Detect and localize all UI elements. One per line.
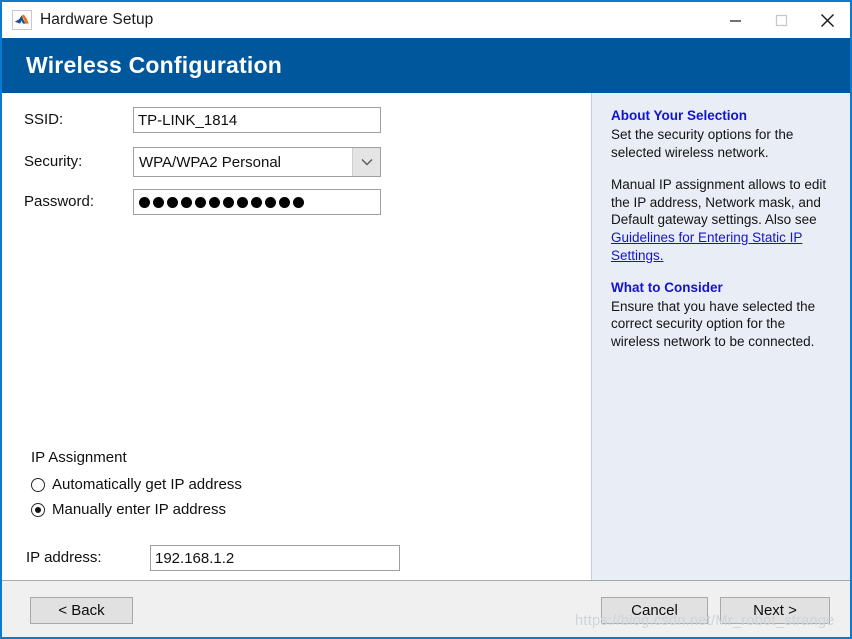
matlab-icon bbox=[12, 10, 32, 30]
ssid-label: SSID: bbox=[24, 111, 63, 128]
password-dot bbox=[153, 197, 164, 208]
password-dot bbox=[209, 197, 220, 208]
password-dot bbox=[293, 197, 304, 208]
close-icon[interactable] bbox=[804, 2, 850, 38]
security-label: Security: bbox=[24, 153, 82, 170]
radio-circle-icon bbox=[31, 478, 45, 492]
help-sidebar: About Your Selection Set the security op… bbox=[591, 93, 850, 580]
password-dot bbox=[139, 197, 150, 208]
ip-address-label: IP address: bbox=[26, 549, 102, 566]
content-area: SSID: Security: WPA/WPA2 Personal Passwo… bbox=[2, 93, 850, 580]
cancel-button[interactable]: Cancel bbox=[601, 597, 708, 624]
password-label: Password: bbox=[24, 193, 94, 210]
ip-assignment-title: IP Assignment bbox=[31, 449, 127, 466]
password-input[interactable] bbox=[133, 189, 381, 215]
window-controls bbox=[712, 2, 850, 38]
window-title: Hardware Setup bbox=[40, 11, 153, 29]
password-dot bbox=[279, 197, 290, 208]
chevron-down-icon[interactable] bbox=[352, 148, 380, 176]
back-button[interactable]: < Back bbox=[30, 597, 133, 624]
static-ip-guidelines-link[interactable]: Guidelines for Entering Static IP Settin… bbox=[611, 230, 802, 263]
password-dot bbox=[167, 197, 178, 208]
security-select[interactable]: WPA/WPA2 Personal bbox=[133, 147, 381, 177]
radio-manual-ip[interactable]: Manually enter IP address bbox=[31, 501, 226, 518]
help-spacer bbox=[611, 161, 834, 176]
maximize-icon[interactable] bbox=[758, 2, 804, 38]
password-dot bbox=[223, 197, 234, 208]
password-dot bbox=[265, 197, 276, 208]
password-dot bbox=[251, 197, 262, 208]
page-title: Wireless Configuration bbox=[26, 52, 282, 79]
help-body-manual-ip: Manual IP assignment allows to edit the … bbox=[611, 176, 834, 229]
radio-automatic-ip-label: Automatically get IP address bbox=[52, 476, 242, 493]
security-select-value: WPA/WPA2 Personal bbox=[134, 154, 352, 171]
ip-address-input[interactable] bbox=[150, 545, 400, 571]
next-button[interactable]: Next > bbox=[720, 597, 830, 624]
radio-automatic-ip[interactable]: Automatically get IP address bbox=[31, 476, 242, 493]
password-dot bbox=[195, 197, 206, 208]
wireless-form: SSID: Security: WPA/WPA2 Personal Passwo… bbox=[2, 93, 591, 580]
page-banner: Wireless Configuration bbox=[2, 38, 850, 93]
radio-circle-selected-icon bbox=[31, 503, 45, 517]
radio-manual-ip-label: Manually enter IP address bbox=[52, 501, 226, 518]
help-heading-about: About Your Selection bbox=[611, 107, 834, 124]
password-dot bbox=[181, 197, 192, 208]
minimize-icon[interactable] bbox=[712, 2, 758, 38]
help-body-about: Set the security options for the selecte… bbox=[611, 126, 834, 161]
password-dot bbox=[237, 197, 248, 208]
hardware-setup-window: Hardware Setup Wireless Configurati bbox=[0, 0, 852, 639]
help-heading-consider: What to Consider bbox=[611, 279, 834, 296]
help-body-consider: Ensure that you have selected the correc… bbox=[611, 298, 834, 351]
title-bar: Hardware Setup bbox=[2, 2, 850, 38]
footer-bar: < Back Cancel Next > bbox=[2, 580, 850, 637]
ssid-input[interactable] bbox=[133, 107, 381, 133]
